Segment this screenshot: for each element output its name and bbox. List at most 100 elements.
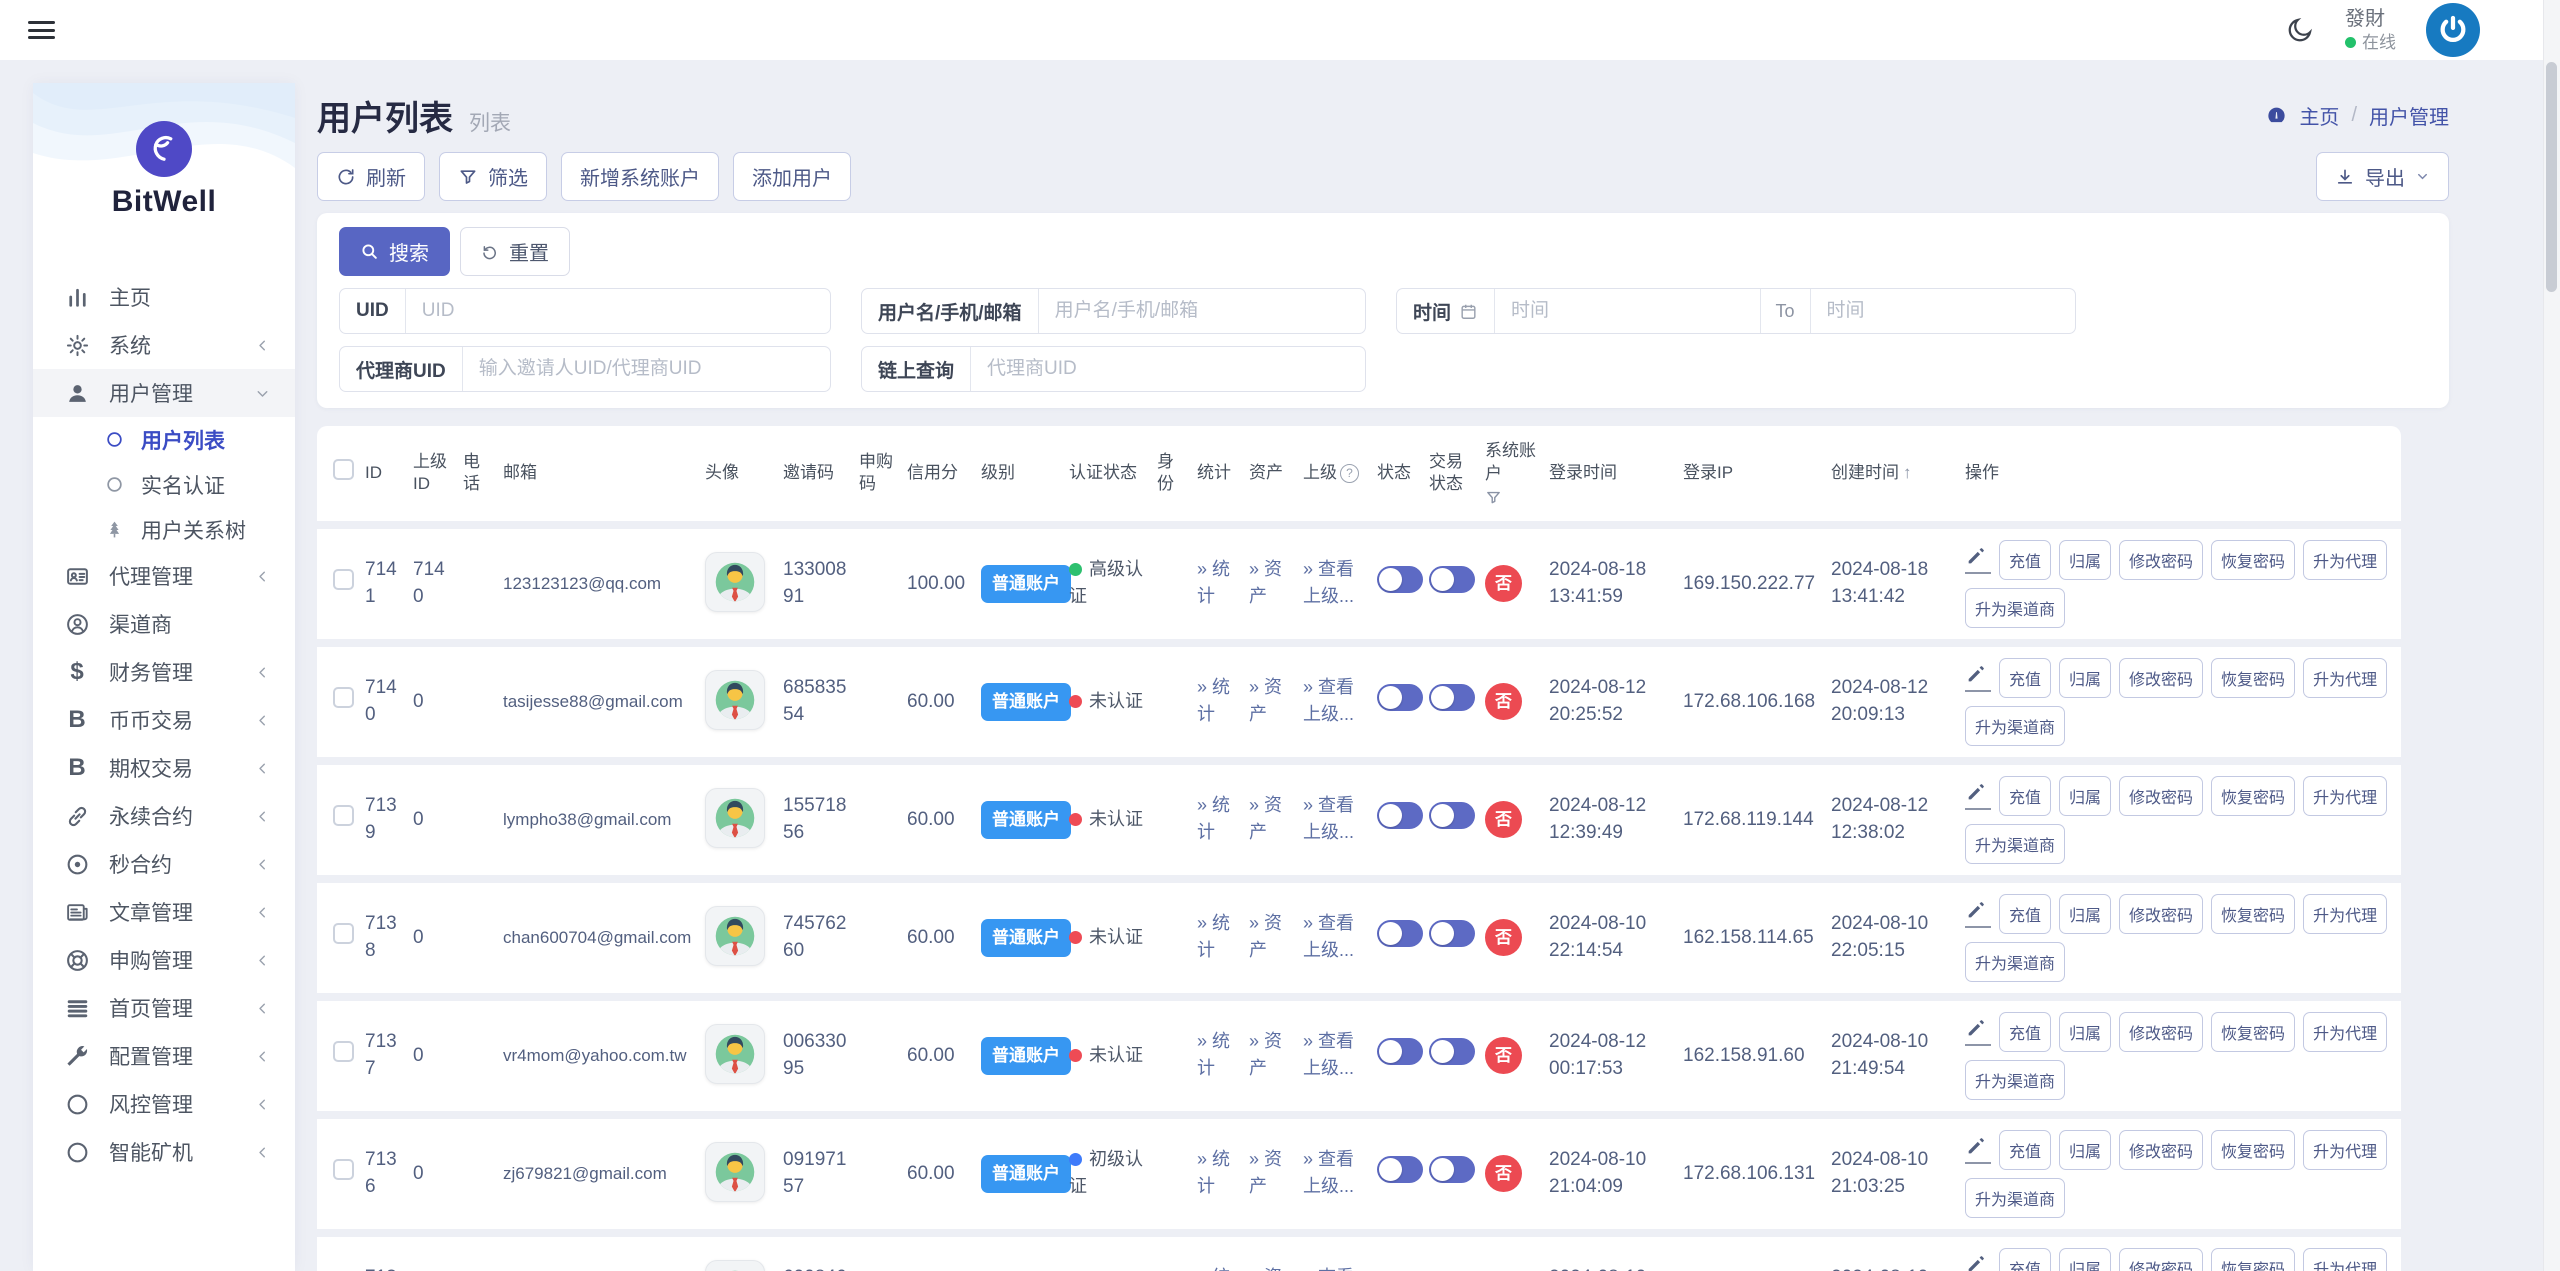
- change-password-button[interactable]: 修改密码: [2119, 893, 2204, 934]
- vertical-scrollbar[interactable]: [2543, 0, 2560, 1271]
- user-avatar[interactable]: [705, 552, 765, 613]
- view-parent-link[interactable]: » 查看上级...: [1303, 1031, 1354, 1078]
- time-from-input[interactable]: [1495, 289, 1760, 333]
- change-password-button[interactable]: 修改密码: [2119, 775, 2204, 816]
- stats-link[interactable]: » 统计: [1197, 1267, 1230, 1271]
- status-toggle[interactable]: [1377, 1038, 1423, 1066]
- promote-to-agent-button[interactable]: 升为代理: [2303, 893, 2388, 934]
- assets-link[interactable]: » 资产: [1249, 1149, 1282, 1196]
- username-phone-email-input[interactable]: [1038, 289, 1365, 333]
- status-toggle[interactable]: [1377, 802, 1423, 830]
- change-password-button[interactable]: 修改密码: [2119, 1247, 2204, 1271]
- stats-link[interactable]: » 统计: [1197, 677, 1230, 724]
- edit-icon[interactable]: [1965, 1017, 1991, 1047]
- recover-password-button[interactable]: 恢复密码: [2211, 775, 2296, 816]
- sidebar-item-系统[interactable]: 系统: [33, 321, 295, 369]
- assets-link[interactable]: » 资产: [1249, 1267, 1282, 1271]
- promote-to-channel-button[interactable]: 升为渠道商: [1965, 941, 2066, 982]
- stats-link[interactable]: » 统计: [1197, 913, 1230, 960]
- view-parent-link[interactable]: » 查看上级...: [1303, 677, 1354, 724]
- edit-icon[interactable]: [1965, 1135, 1991, 1165]
- recharge-button[interactable]: 充值: [1999, 539, 2052, 580]
- edit-icon[interactable]: [1965, 781, 1991, 811]
- view-parent-link[interactable]: » 查看上级...: [1303, 1267, 1354, 1271]
- add-system-account-button[interactable]: 新增系统账户: [561, 152, 719, 201]
- assign-button[interactable]: 归属: [2059, 893, 2112, 934]
- assets-link[interactable]: » 资产: [1249, 913, 1282, 960]
- sidebar-item-财务管理[interactable]: $ 财务管理: [33, 648, 295, 696]
- stats-link[interactable]: » 统计: [1197, 1149, 1230, 1196]
- uid-input[interactable]: [405, 289, 830, 333]
- select-all-checkbox[interactable]: [333, 459, 354, 481]
- sidebar-item-期权交易[interactable]: B 期权交易: [33, 744, 295, 792]
- trade-status-toggle[interactable]: [1429, 1038, 1475, 1066]
- promote-to-agent-button[interactable]: 升为代理: [2303, 1247, 2388, 1271]
- refresh-button[interactable]: 刷新: [317, 152, 425, 201]
- assets-link[interactable]: » 资产: [1249, 559, 1282, 606]
- export-button[interactable]: 导出: [2316, 152, 2449, 201]
- sidebar-item-实名认证[interactable]: 实名认证: [33, 462, 295, 507]
- dark-mode-moon-icon[interactable]: [2285, 15, 2315, 45]
- row-checkbox[interactable]: [333, 569, 354, 591]
- promote-to-channel-button[interactable]: 升为渠道商: [1965, 1059, 2066, 1100]
- sidebar-item-币币交易[interactable]: B 币币交易: [33, 696, 295, 744]
- recover-password-button[interactable]: 恢复密码: [2211, 1011, 2296, 1052]
- assets-link[interactable]: » 资产: [1249, 677, 1282, 724]
- reset-button[interactable]: 重置: [460, 227, 570, 276]
- change-password-button[interactable]: 修改密码: [2119, 657, 2204, 698]
- scrollbar-thumb[interactable]: [2546, 62, 2557, 292]
- chain-query-input[interactable]: [971, 347, 1365, 391]
- sidebar-item-秒合约[interactable]: 秒合约: [33, 840, 295, 888]
- recharge-button[interactable]: 充值: [1999, 1129, 2052, 1170]
- sidebar-item-代理管理[interactable]: 代理管理: [33, 552, 295, 600]
- recharge-button[interactable]: 充值: [1999, 657, 2052, 698]
- promote-to-agent-button[interactable]: 升为代理: [2303, 775, 2388, 816]
- view-parent-link[interactable]: » 查看上级...: [1303, 913, 1354, 960]
- sidebar-item-申购管理[interactable]: 申购管理: [33, 936, 295, 984]
- change-password-button[interactable]: 修改密码: [2119, 539, 2204, 580]
- stats-link[interactable]: » 统计: [1197, 795, 1230, 842]
- promote-to-channel-button[interactable]: 升为渠道商: [1965, 587, 2066, 628]
- assets-link[interactable]: » 资产: [1249, 1031, 1282, 1078]
- view-parent-link[interactable]: » 查看上级...: [1303, 559, 1354, 606]
- assign-button[interactable]: 归属: [2059, 657, 2112, 698]
- recover-password-button[interactable]: 恢复密码: [2211, 1247, 2296, 1271]
- view-parent-link[interactable]: » 查看上级...: [1303, 1149, 1354, 1196]
- row-checkbox[interactable]: [333, 1159, 354, 1181]
- assign-button[interactable]: 归属: [2059, 1011, 2112, 1052]
- promote-to-agent-button[interactable]: 升为代理: [2303, 1011, 2388, 1052]
- sidebar-item-用户管理[interactable]: 用户管理: [33, 369, 295, 417]
- sidebar-item-用户列表[interactable]: 用户列表: [33, 417, 295, 462]
- sidebar-item-智能矿机[interactable]: 智能矿机: [33, 1128, 295, 1176]
- trade-status-toggle[interactable]: [1429, 566, 1475, 594]
- avatar[interactable]: [2426, 3, 2480, 57]
- promote-to-agent-button[interactable]: 升为代理: [2303, 657, 2388, 698]
- sidebar-item-文章管理[interactable]: 文章管理: [33, 888, 295, 936]
- user-avatar[interactable]: [705, 788, 765, 849]
- trade-status-toggle[interactable]: [1429, 684, 1475, 712]
- recover-password-button[interactable]: 恢复密码: [2211, 1129, 2296, 1170]
- sidebar-item-用户关系树[interactable]: 用户关系树: [33, 507, 295, 552]
- assets-link[interactable]: » 资产: [1249, 795, 1282, 842]
- trade-status-toggle[interactable]: [1429, 1156, 1475, 1184]
- row-checkbox[interactable]: [333, 687, 354, 709]
- recharge-button[interactable]: 充值: [1999, 775, 2052, 816]
- help-icon[interactable]: ?: [1340, 463, 1359, 483]
- stats-link[interactable]: » 统计: [1197, 559, 1230, 606]
- recover-password-button[interactable]: 恢复密码: [2211, 539, 2296, 580]
- filter-button[interactable]: 筛选: [439, 152, 547, 201]
- edit-icon[interactable]: [1965, 1253, 1991, 1271]
- recover-password-button[interactable]: 恢复密码: [2211, 657, 2296, 698]
- assign-button[interactable]: 归属: [2059, 775, 2112, 816]
- status-toggle[interactable]: [1377, 920, 1423, 948]
- assign-button[interactable]: 归属: [2059, 1247, 2112, 1271]
- breadcrumb-home[interactable]: 主页: [2299, 101, 2339, 130]
- status-toggle[interactable]: [1377, 1156, 1423, 1184]
- row-checkbox[interactable]: [333, 923, 354, 945]
- recover-password-button[interactable]: 恢复密码: [2211, 893, 2296, 934]
- user-avatar[interactable]: [705, 1142, 765, 1203]
- add-user-button[interactable]: 添加用户: [733, 152, 851, 201]
- sidebar-item-配置管理[interactable]: 配置管理: [33, 1032, 295, 1080]
- promote-to-agent-button[interactable]: 升为代理: [2303, 1129, 2388, 1170]
- sidebar-item-渠道商[interactable]: 渠道商: [33, 600, 295, 648]
